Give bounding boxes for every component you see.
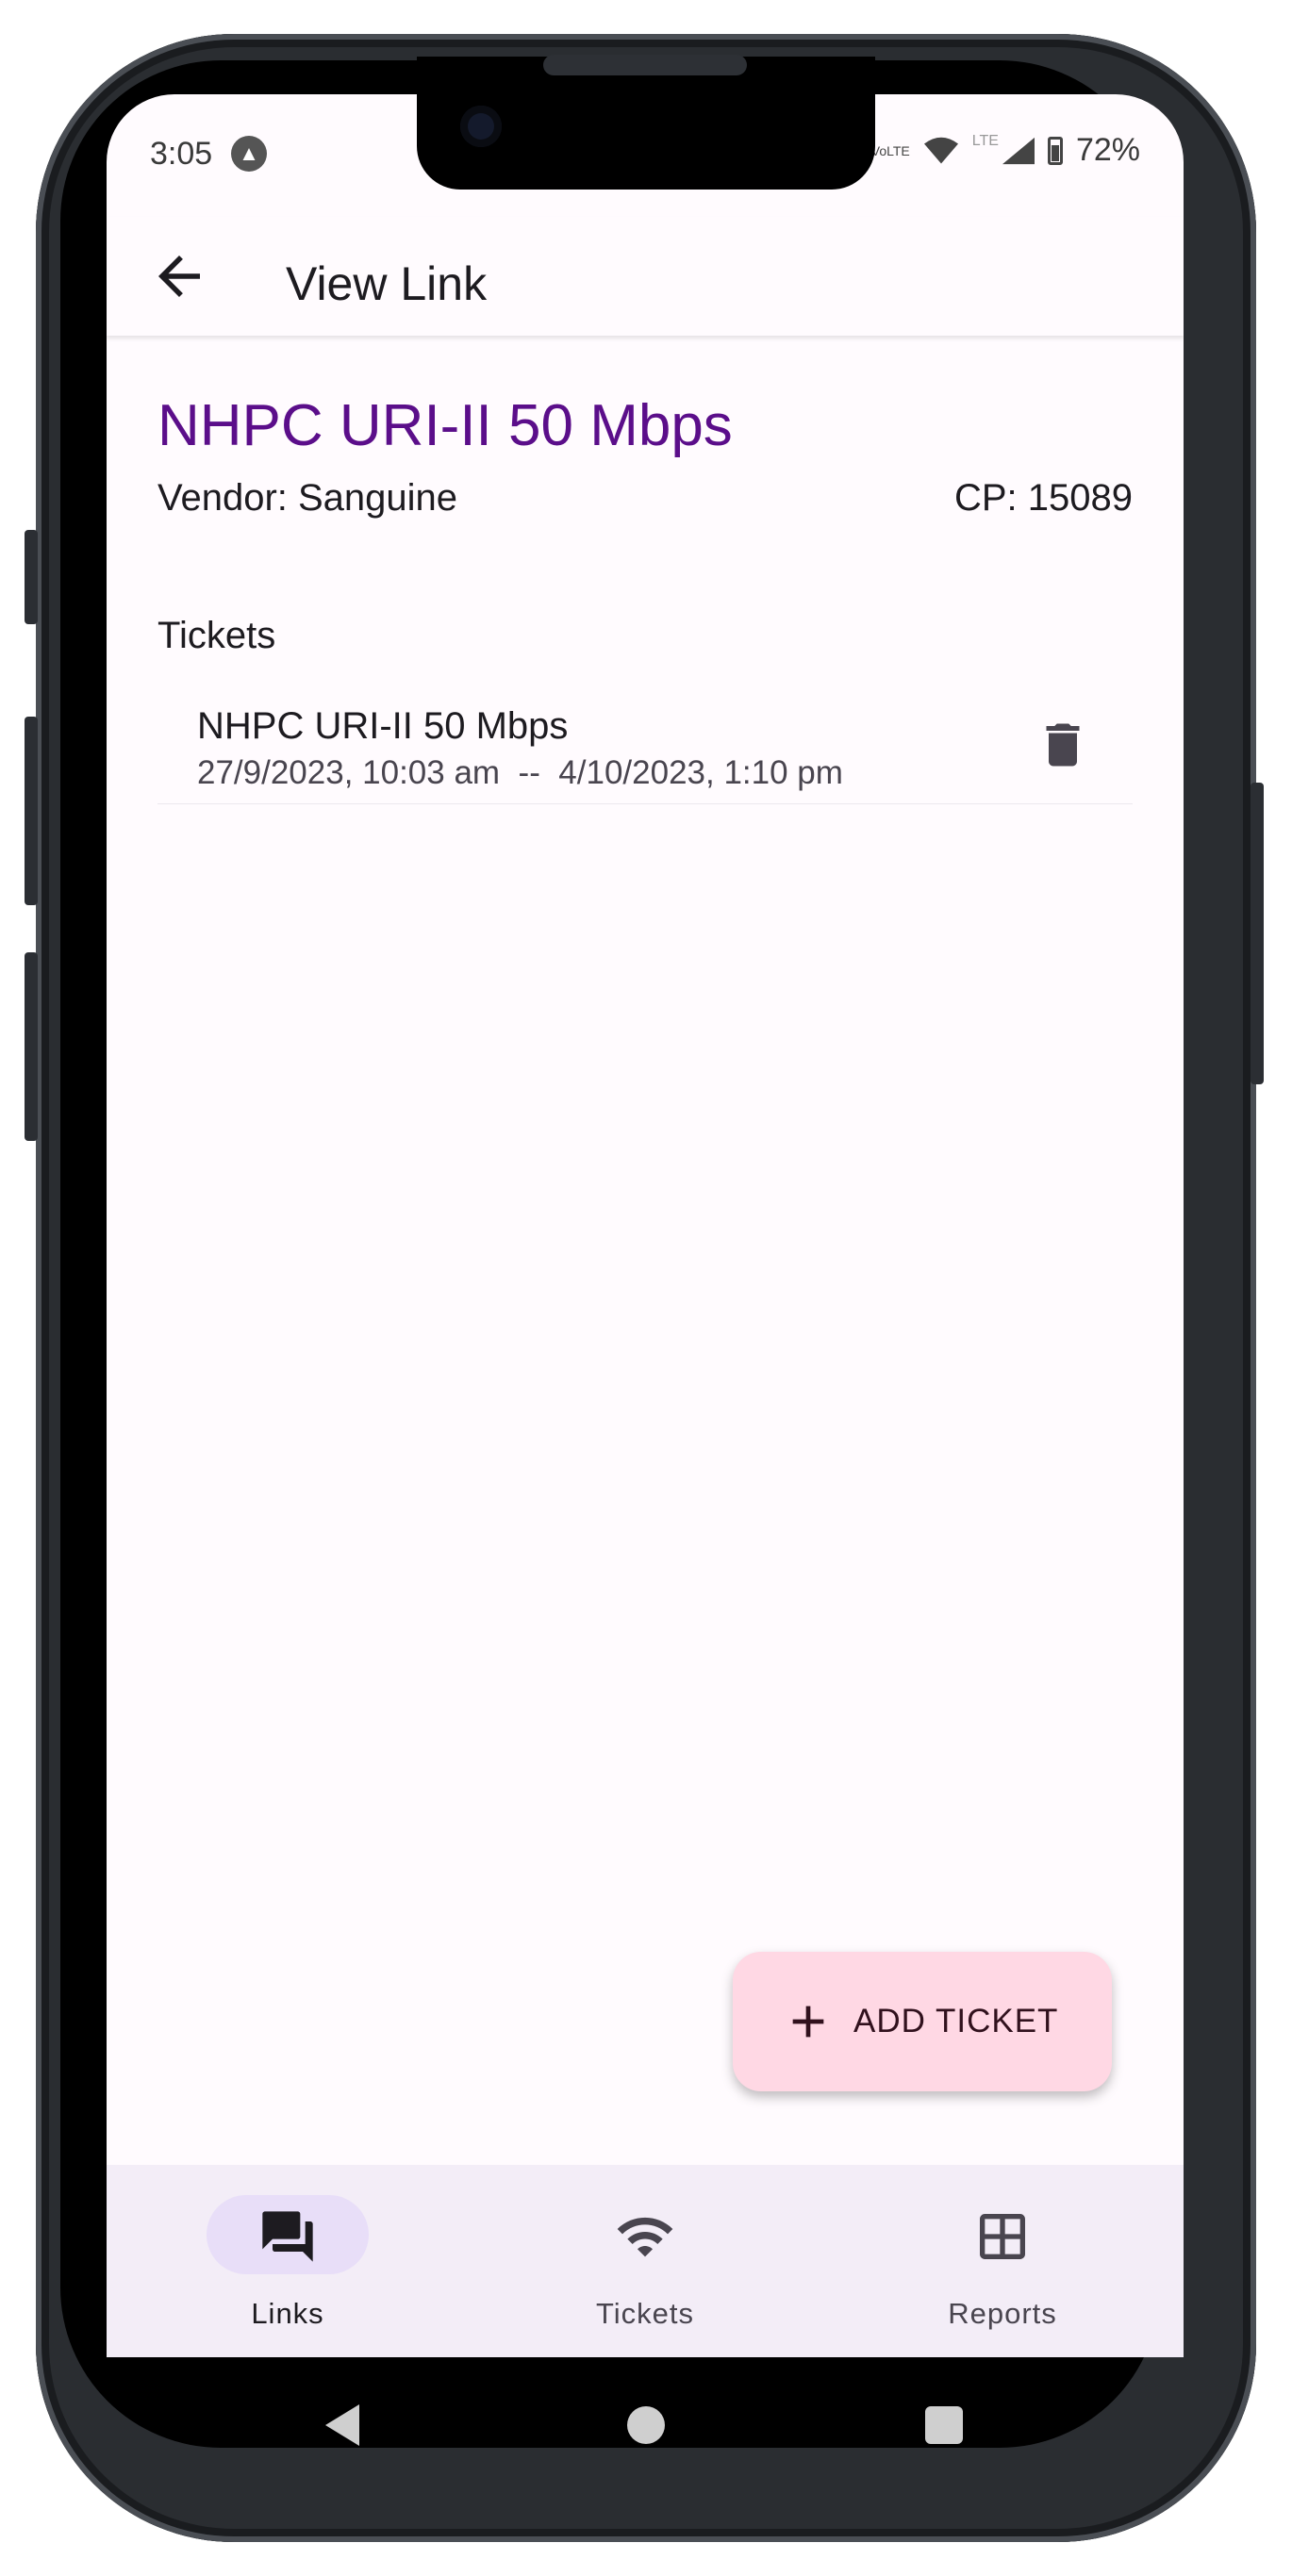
side-button — [1251, 783, 1264, 1084]
nav-item-reports[interactable]: Reports — [880, 2165, 1125, 2357]
arrow-back-icon — [158, 256, 200, 297]
plus-icon — [792, 2006, 824, 2038]
battery-icon — [1047, 136, 1063, 165]
system-home-icon[interactable] — [627, 2406, 665, 2444]
battery-percent: 72% — [1075, 132, 1140, 168]
wifi-status-icon — [923, 137, 958, 163]
ticket-list-item[interactable]: NHPC URI-II 50 Mbps 27/9/2023, 10:03 am … — [157, 671, 1133, 804]
nav-label-links: Links — [251, 2297, 324, 2330]
back-button[interactable] — [148, 245, 210, 307]
side-button — [25, 952, 38, 1141]
app-screen: 3:05 ▲ VoLTE LTE 72% View Link NHPC URI-… — [107, 94, 1184, 2357]
tickets-section-title: Tickets — [157, 615, 276, 656]
add-ticket-label: ADD TICKET — [853, 2003, 1059, 2039]
signal-icon — [1002, 137, 1035, 164]
system-recents-icon[interactable] — [925, 2406, 963, 2444]
ticket-dates: 27/9/2023, 10:03 am -- 4/10/2023, 1:10 p… — [197, 754, 843, 791]
auto-sync-icon: ▲ — [231, 136, 267, 172]
trash-icon — [1046, 723, 1080, 767]
earpiece-speaker — [543, 55, 747, 75]
status-time: 3:05 — [150, 136, 213, 172]
volte-icon: VoLTE — [870, 142, 910, 158]
lte-label: LTE — [971, 132, 999, 149]
nav-label-tickets: Tickets — [595, 2297, 695, 2330]
status-icons: VoLTE LTE 72% — [871, 132, 1140, 169]
nav-item-tickets[interactable]: Tickets — [522, 2165, 768, 2357]
ticket-title: NHPC URI-II 50 Mbps — [197, 705, 569, 747]
table-icon — [980, 2214, 1025, 2259]
side-button — [25, 717, 38, 905]
side-button — [25, 530, 38, 624]
add-ticket-fab[interactable]: ADD TICKET — [733, 1952, 1112, 2091]
vendor-label: Vendor: Sanguine — [157, 477, 458, 519]
system-navigation-bar — [107, 2357, 1184, 2470]
top-app-bar: View Link — [107, 217, 1184, 336]
forum-icon — [262, 2211, 313, 2262]
bottom-navigation-bar: Links Tickets Reports — [107, 2165, 1184, 2357]
link-name: NHPC URI-II 50 Mbps — [157, 393, 733, 458]
nav-label-reports: Reports — [948, 2297, 1057, 2330]
page-title: View Link — [286, 257, 488, 310]
cp-label: CP: 15089 — [953, 477, 1133, 519]
nav-item-links[interactable]: Links — [165, 2165, 410, 2357]
delete-ticket-button[interactable] — [1035, 717, 1091, 773]
front-camera — [460, 106, 502, 147]
system-back-icon[interactable] — [325, 2404, 359, 2446]
wifi-icon — [617, 2217, 673, 2257]
